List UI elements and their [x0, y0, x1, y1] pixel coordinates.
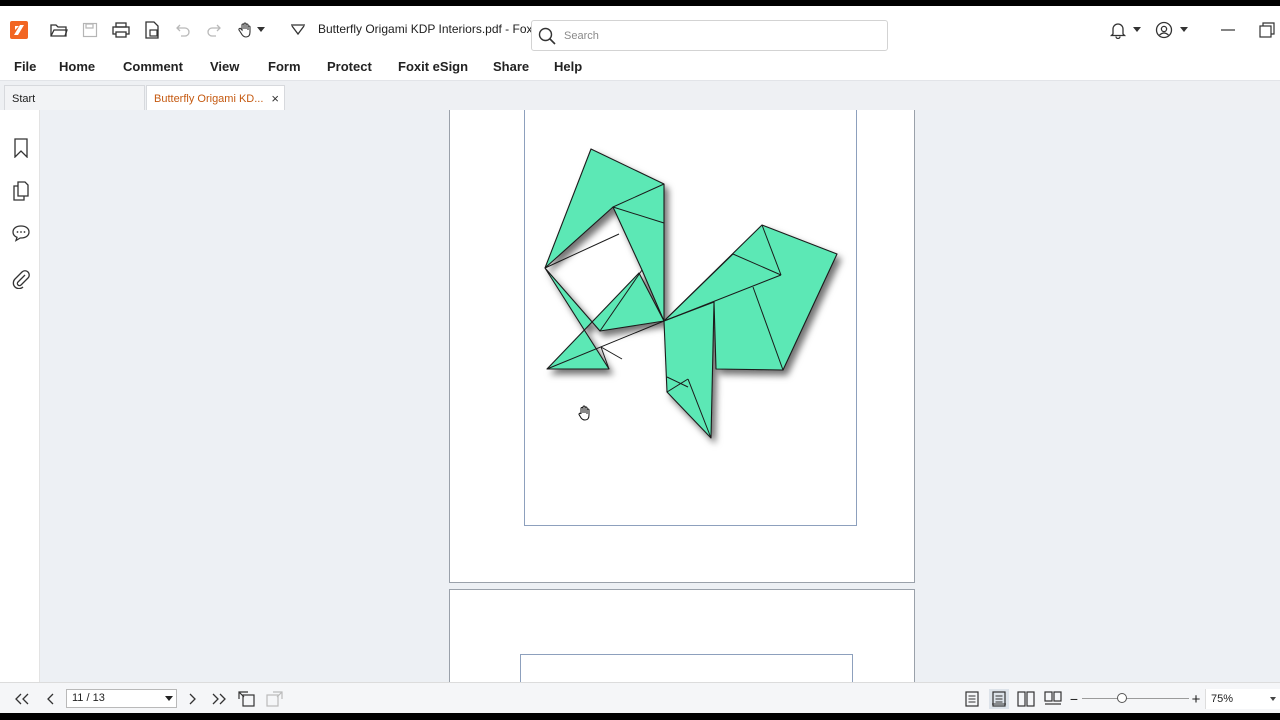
notifications-dropdown-icon[interactable] [1131, 19, 1143, 41]
foxit-logo-icon[interactable] [8, 19, 30, 41]
first-page-icon[interactable] [12, 689, 32, 709]
continuous-view-icon[interactable] [989, 689, 1009, 709]
account-dropdown-icon[interactable] [1178, 19, 1190, 41]
pdf-page-11 [449, 110, 915, 583]
restore-window-icon[interactable] [1256, 19, 1278, 41]
document-viewport[interactable] [40, 110, 1280, 682]
zoom-slider-thumb[interactable] [1116, 693, 1127, 703]
customize-quick-access-icon[interactable] [287, 19, 309, 41]
zoom-out-button[interactable]: − [1064, 689, 1084, 709]
page-content-frame [524, 110, 857, 526]
hand-tool-dropdown-icon[interactable] [255, 19, 267, 41]
document-tab-bar: Start Butterfly Origami KD... × [0, 80, 1280, 111]
create-pdf-icon[interactable] [141, 19, 163, 41]
navigation-panel [0, 110, 40, 682]
page-content-frame [520, 654, 853, 682]
open-folder-icon[interactable] [48, 19, 70, 41]
account-icon[interactable] [1153, 19, 1175, 41]
facing-view-icon[interactable] [1016, 689, 1036, 709]
attachments-icon[interactable] [10, 268, 32, 290]
document-title: Butterfly Origami KDP Interiors.pdf - Fo… [318, 22, 543, 36]
hand-tool-icon[interactable] [235, 19, 257, 41]
origami-butterfly-illustration [544, 148, 838, 439]
search-icon [538, 27, 556, 48]
save-icon[interactable] [79, 19, 101, 41]
status-bar: 11 / 13 − + 75% [0, 682, 1280, 713]
search-input[interactable] [564, 27, 864, 45]
search-box[interactable] [531, 20, 888, 51]
comments-icon[interactable] [10, 222, 32, 244]
close-tab-icon[interactable]: × [271, 91, 279, 106]
menu-form[interactable]: Form [268, 59, 301, 74]
menu-file[interactable]: File [14, 59, 36, 74]
tab-active-label: Butterfly Origami KD... [154, 93, 264, 105]
menu-comment[interactable]: Comment [123, 59, 183, 74]
minimize-icon[interactable] [1217, 19, 1239, 41]
screen-bottom-edge [0, 713, 1280, 720]
page-number-field[interactable]: 11 / 13 [66, 689, 177, 708]
print-icon[interactable] [110, 19, 132, 41]
zoom-level-field[interactable]: 75% [1205, 689, 1280, 709]
single-page-view-icon[interactable] [962, 689, 982, 709]
previous-page-icon[interactable] [41, 689, 61, 709]
notifications-bell-icon[interactable] [1107, 19, 1129, 41]
menu-protect[interactable]: Protect [327, 59, 372, 74]
menu-foxit-esign[interactable]: Foxit eSign [398, 59, 468, 74]
page-dropdown-icon[interactable] [165, 696, 173, 701]
bookmark-icon[interactable] [10, 137, 32, 159]
page-indicator: 11 / 13 [72, 692, 105, 704]
next-page-icon[interactable] [182, 689, 202, 709]
pages-icon[interactable] [10, 180, 32, 202]
pdf-page-12 [449, 589, 915, 682]
menu-bar: File Home Comment View Form Protect Foxi… [0, 52, 1280, 80]
menu-share[interactable]: Share [493, 59, 529, 74]
last-page-icon[interactable] [209, 689, 229, 709]
tab-butterfly-origami[interactable]: Butterfly Origami KD... × [146, 85, 285, 111]
hand-cursor-icon [578, 405, 590, 421]
title-bar: Butterfly Origami KDP Interiors.pdf - Fo… [0, 6, 1280, 52]
next-view-icon[interactable] [264, 689, 284, 709]
undo-icon[interactable] [172, 19, 194, 41]
zoom-in-button[interactable]: + [1186, 689, 1206, 709]
zoom-dropdown-icon[interactable] [1270, 697, 1276, 701]
tab-start[interactable]: Start [4, 85, 145, 111]
zoom-slider-track[interactable] [1082, 698, 1189, 699]
tab-start-label: Start [12, 93, 36, 105]
zoom-level: 75% [1211, 693, 1234, 705]
menu-help[interactable]: Help [554, 59, 582, 74]
previous-view-icon[interactable] [237, 689, 257, 709]
menu-view[interactable]: View [210, 59, 239, 74]
redo-icon[interactable] [203, 19, 225, 41]
continuous-facing-view-icon[interactable] [1043, 689, 1063, 709]
menu-home[interactable]: Home [59, 59, 95, 74]
